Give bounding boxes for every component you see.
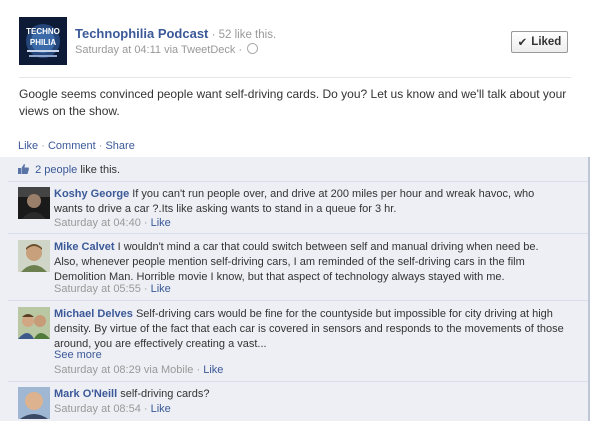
- comment-time[interactable]: Saturday at 05:55: [54, 283, 141, 295]
- comment-meta: Saturday at 08:29 via Mobile · Like: [54, 364, 224, 376]
- comment-author[interactable]: Koshy George: [54, 188, 129, 200]
- like-link[interactable]: Like: [18, 140, 38, 152]
- comment-author[interactable]: Mark O'Neill: [54, 388, 117, 400]
- liked-button[interactable]: ✔ Liked: [511, 31, 568, 53]
- comment-like-link[interactable]: Like: [151, 403, 171, 415]
- row-divider: [8, 300, 588, 301]
- page-name[interactable]: Technophilia Podcast · 52 like this.: [75, 26, 276, 41]
- svg-text:PHILIA: PHILIA: [30, 38, 56, 47]
- avatar[interactable]: [18, 187, 50, 219]
- comment-like-link[interactable]: Like: [151, 283, 171, 295]
- likes-count-text: 52 like this.: [218, 29, 277, 41]
- comment-author[interactable]: Mike Calvet: [54, 241, 115, 253]
- comment-item: Michael Delves Self-driving cars would b…: [54, 307, 564, 352]
- row-divider: [8, 181, 588, 182]
- comment-time[interactable]: Saturday at 08:29 via Mobile: [54, 364, 193, 376]
- comment-meta: Saturday at 05:55 · Like: [54, 283, 171, 295]
- post-via: via TweetDeck: [164, 44, 236, 56]
- share-link[interactable]: Share: [105, 140, 134, 152]
- comment-link[interactable]: Comment: [48, 140, 96, 152]
- post-actions: Like · Comment · Share: [18, 140, 135, 152]
- svg-text:TECHNO: TECHNO: [26, 27, 60, 36]
- comment-item: Mike Calvet I wouldn't mind a car that c…: [54, 240, 564, 285]
- likes-summary: 2 people like this.: [18, 164, 120, 176]
- avatar[interactable]: [18, 387, 50, 419]
- see-more-link[interactable]: See more: [54, 349, 102, 361]
- page-avatar[interactable]: TECHNO PHILIA: [19, 17, 67, 65]
- avatar-mike-calvet: [18, 240, 50, 272]
- globe-icon: [247, 43, 259, 54]
- post-meta: Saturday at 04:11 via TweetDeck ·: [75, 43, 259, 56]
- comment-like-link[interactable]: Like: [151, 217, 171, 229]
- avatar-koshy-george: [18, 187, 50, 219]
- comment-author[interactable]: Michael Delves: [54, 308, 133, 320]
- comment-time[interactable]: Saturday at 08:54: [54, 403, 141, 415]
- liked-label: Liked: [531, 36, 562, 48]
- avatar[interactable]: [18, 240, 50, 272]
- comment-text: I wouldn't mind a car that could switch …: [54, 241, 539, 283]
- comment-time[interactable]: Saturday at 04:40: [54, 217, 141, 229]
- comment-text: self-driving cards?: [120, 388, 210, 400]
- avatar-michael-delves: [18, 307, 50, 339]
- page-likes-count: · 52 like this.: [208, 29, 277, 41]
- avatar-mark-oneill: [18, 387, 50, 419]
- checkmark-icon: ✔: [517, 37, 528, 49]
- thumbs-up-icon: [18, 164, 29, 174]
- post-timestamp[interactable]: Saturday at 04:11: [75, 44, 161, 56]
- technophilia-logo: TECHNO PHILIA: [19, 17, 67, 65]
- row-divider: [8, 233, 588, 234]
- avatar[interactable]: [18, 307, 50, 339]
- people-liked-link[interactable]: 2 people: [35, 164, 77, 176]
- comment-meta: Saturday at 08:54 · Like: [54, 403, 171, 415]
- page-name-link[interactable]: Technophilia Podcast: [75, 26, 208, 41]
- comment-item: Mark O'Neill self-driving cards?: [54, 387, 564, 402]
- post-text: Google seems convinced people want self-…: [19, 87, 567, 118]
- comment-meta: Saturday at 04:40 · Like: [54, 217, 171, 229]
- comment-item: Koshy George If you can't run people ove…: [54, 187, 564, 217]
- header-divider: [19, 77, 571, 78]
- see-more-container: See more: [54, 349, 102, 361]
- comment-like-link[interactable]: Like: [203, 364, 223, 376]
- row-divider: [8, 381, 588, 382]
- likes-summary-suffix: like this.: [80, 164, 121, 176]
